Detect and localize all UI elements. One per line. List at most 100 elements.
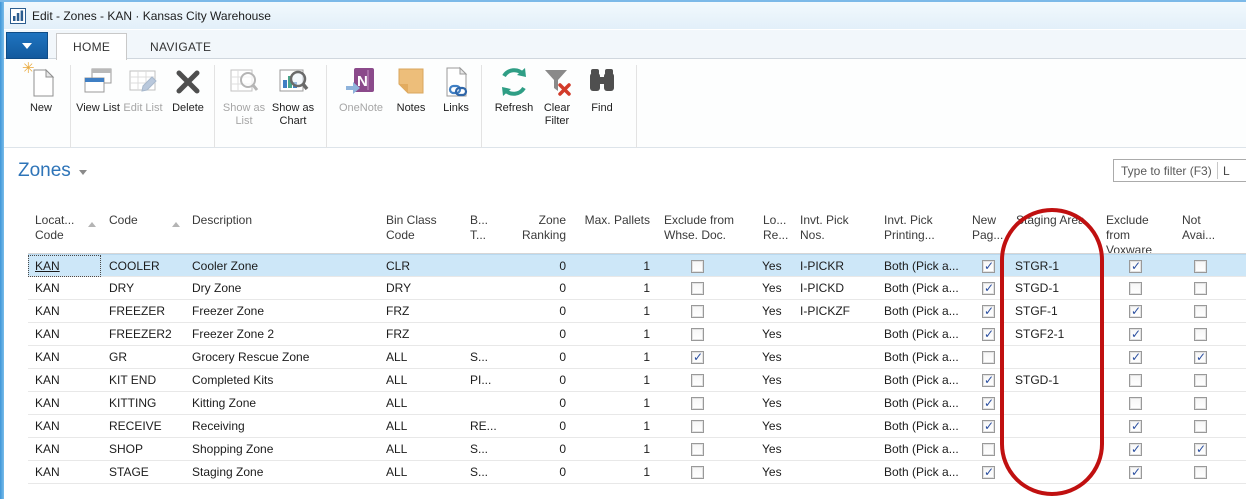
cell-bin-class-code[interactable]: FRZ [384, 323, 468, 345]
column-header-not-avail[interactable]: Not Avai... [1168, 207, 1232, 253]
cell-zone-ranking[interactable]: 0 [512, 438, 570, 460]
checkbox-new-pag[interactable]: ✓ [982, 374, 995, 387]
cell-max-pallets[interactable]: 1 [570, 392, 654, 414]
cell-description[interactable]: Grocery Rescue Zone [190, 346, 384, 368]
cell-description[interactable]: Staging Zone [190, 461, 384, 483]
checkbox-exclude-whse-doc[interactable]: ✓ [691, 260, 704, 273]
cell-description[interactable]: Freezer Zone [190, 300, 384, 322]
cell-invt-pick-nos[interactable] [792, 415, 876, 437]
cell-max-pallets[interactable]: 1 [570, 323, 654, 345]
cell-max-pallets[interactable]: 1 [570, 300, 654, 322]
cell-bin-type[interactable]: S... [468, 346, 512, 368]
cell-bin-class-code[interactable]: CLR [384, 255, 468, 276]
cell-invt-pick-printing[interactable]: Both (Pick a... [876, 415, 970, 437]
cell-lo-re[interactable]: Yes [740, 300, 792, 322]
cell-location-code[interactable]: KAN [28, 277, 106, 299]
table-row[interactable]: KANSTAGEStaging ZoneALLS...01✓YesBoth (P… [28, 461, 1246, 484]
clear-filter-button[interactable]: Clear Filter [535, 63, 579, 141]
cell-bin-type[interactable] [468, 277, 512, 299]
cell-code[interactable]: FREEZER [106, 300, 190, 322]
cell-max-pallets[interactable]: 1 [570, 369, 654, 391]
checkbox-new-pag[interactable]: ✓ [982, 443, 995, 456]
cell-location-code[interactable]: KAN [28, 415, 106, 437]
cell-lo-re[interactable]: Yes [740, 392, 792, 414]
column-header-exclude-whse-doc[interactable]: Exclude from Whse. Doc. [654, 207, 740, 253]
cell-staging-area[interactable] [1006, 438, 1102, 460]
checkbox-not-avail[interactable]: ✓ [1194, 443, 1207, 456]
cell-invt-pick-printing[interactable]: Both (Pick a... [876, 369, 970, 391]
cell-max-pallets[interactable]: 1 [570, 277, 654, 299]
checkbox-exclude-whse-doc[interactable]: ✓ [691, 374, 704, 387]
cell-bin-class-code[interactable]: ALL [384, 346, 468, 368]
checkbox-exclude-whse-doc[interactable]: ✓ [691, 328, 704, 341]
cell-code[interactable]: RECEIVE [106, 415, 190, 437]
cell-zone-ranking[interactable]: 0 [512, 392, 570, 414]
column-header-lo-re[interactable]: Lo... Re... [740, 207, 792, 253]
filter-input[interactable]: Type to filter (F3) [1114, 164, 1217, 178]
cell-invt-pick-printing[interactable]: Both (Pick a... [876, 300, 970, 322]
cell-invt-pick-nos[interactable] [792, 461, 876, 483]
cell-staging-area[interactable]: STGR-1 [1006, 255, 1102, 276]
cell-invt-pick-printing[interactable]: Both (Pick a... [876, 323, 970, 345]
cell-lo-re[interactable]: Yes [740, 438, 792, 460]
cell-invt-pick-nos[interactable]: I-PICKD [792, 277, 876, 299]
cell-code[interactable]: SHOP [106, 438, 190, 460]
checkbox-exclude-whse-doc[interactable]: ✓ [691, 282, 704, 295]
cell-invt-pick-printing[interactable]: Both (Pick a... [876, 461, 970, 483]
cell-invt-pick-nos[interactable] [792, 438, 876, 460]
cell-lo-re[interactable]: Yes [740, 277, 792, 299]
cell-description[interactable]: Freezer Zone 2 [190, 323, 384, 345]
cell-description[interactable]: Shopping Zone [190, 438, 384, 460]
column-header-bin-class-code[interactable]: Bin Class Code [384, 207, 468, 253]
cell-staging-area[interactable] [1006, 392, 1102, 414]
cell-description[interactable]: Kitting Zone [190, 392, 384, 414]
cell-invt-pick-printing[interactable]: Both (Pick a... [876, 438, 970, 460]
cell-staging-area[interactable]: STGD-1 [1006, 277, 1102, 299]
tab-home[interactable]: HOME [56, 33, 127, 60]
column-header-zone-ranking[interactable]: Zone Ranking [512, 207, 570, 253]
cell-code[interactable]: COOLER [106, 255, 190, 276]
checkbox-exclude-voxware[interactable]: ✓ [1129, 420, 1142, 433]
table-row[interactable]: KANGRGrocery Rescue ZoneALLS...01✓YesBot… [28, 346, 1246, 369]
cell-code[interactable]: DRY [106, 277, 190, 299]
cell-location-code[interactable]: KAN [28, 392, 106, 414]
cell-lo-re[interactable]: Yes [740, 415, 792, 437]
cell-bin-class-code[interactable]: ALL [384, 461, 468, 483]
cell-bin-class-code[interactable]: DRY [384, 277, 468, 299]
cell-lo-re[interactable]: Yes [740, 461, 792, 483]
view-list-button[interactable]: View List [74, 63, 122, 141]
cell-staging-area[interactable] [1006, 346, 1102, 368]
checkbox-not-avail[interactable]: ✓ [1194, 305, 1207, 318]
find-button[interactable]: Find [581, 63, 623, 141]
table-row[interactable]: KANKITTINGKitting ZoneALL01✓YesBoth (Pic… [28, 392, 1246, 415]
checkbox-new-pag[interactable]: ✓ [982, 466, 995, 479]
cell-max-pallets[interactable]: 1 [570, 438, 654, 460]
cell-staging-area[interactable] [1006, 415, 1102, 437]
cell-location-code[interactable]: KAN [28, 346, 106, 368]
cell-bin-type[interactable]: S... [468, 438, 512, 460]
cell-code[interactable]: GR [106, 346, 190, 368]
cell-bin-type[interactable] [468, 323, 512, 345]
cell-zone-ranking[interactable]: 0 [512, 277, 570, 299]
cell-bin-class-code[interactable]: ALL [384, 415, 468, 437]
checkbox-exclude-voxware[interactable]: ✓ [1129, 282, 1142, 295]
column-header-description[interactable]: Description [190, 207, 384, 253]
cell-lo-re[interactable]: Yes [740, 255, 792, 276]
column-header-invt-pick-nos[interactable]: Invt. Pick Nos. [792, 207, 876, 253]
column-header-invt-pick-printing[interactable]: Invt. Pick Printing... [876, 207, 970, 253]
page-title[interactable]: Zones [18, 160, 87, 182]
cell-staging-area[interactable]: STGF-1 [1006, 300, 1102, 322]
checkbox-exclude-voxware[interactable]: ✓ [1129, 305, 1142, 318]
column-header-staging-area[interactable]: Staging Area [1006, 207, 1102, 253]
checkbox-exclude-whse-doc[interactable]: ✓ [691, 397, 704, 410]
cell-invt-pick-nos[interactable] [792, 392, 876, 414]
cell-bin-class-code[interactable]: ALL [384, 438, 468, 460]
table-row[interactable]: KANRECEIVEReceivingALLRE...01✓YesBoth (P… [28, 415, 1246, 438]
checkbox-exclude-whse-doc[interactable]: ✓ [691, 351, 704, 364]
cell-zone-ranking[interactable]: 0 [512, 461, 570, 483]
cell-bin-type[interactable]: PI... [468, 369, 512, 391]
cell-bin-type[interactable] [468, 392, 512, 414]
cell-invt-pick-printing[interactable]: Both (Pick a... [876, 346, 970, 368]
links-button[interactable]: Links [435, 63, 477, 141]
cell-zone-ranking[interactable]: 0 [512, 300, 570, 322]
